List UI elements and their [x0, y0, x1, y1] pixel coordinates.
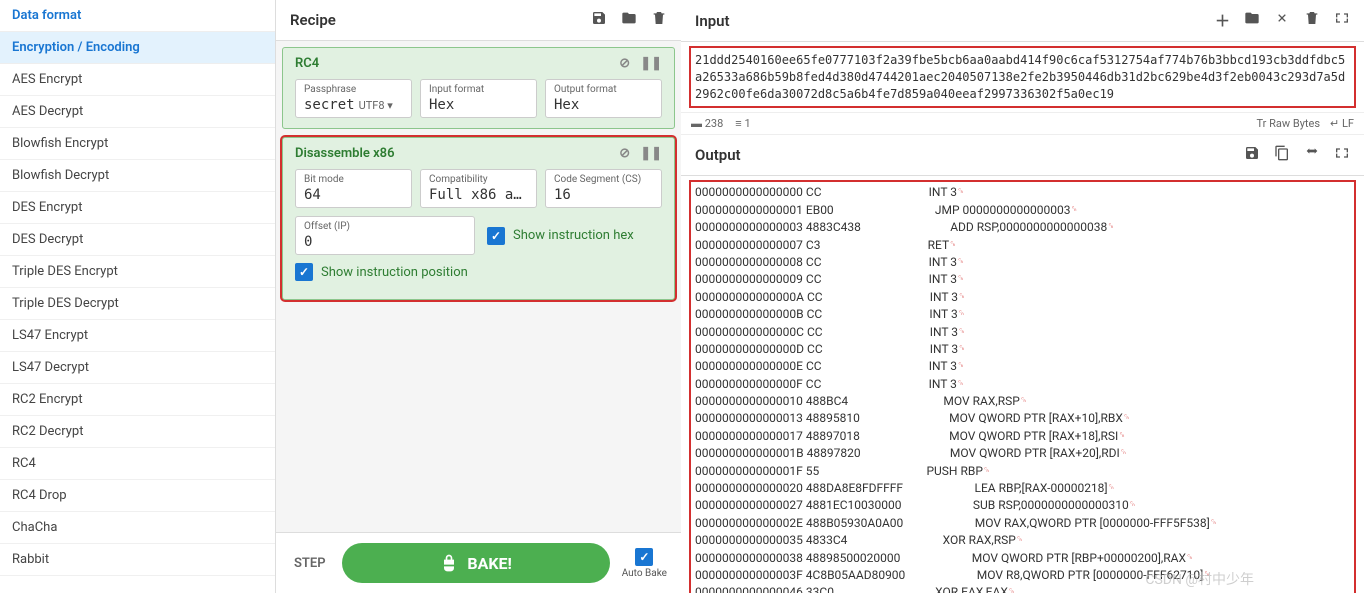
op-ls47-decrypt[interactable]: LS47 Decrypt	[0, 352, 275, 384]
op-des-decrypt[interactable]: DES Decrypt	[0, 224, 275, 256]
arg-code-segment-cs-[interactable]: Code Segment (CS)16	[545, 169, 662, 208]
copy-output-icon[interactable]	[1274, 145, 1290, 165]
disasm-line: 000000000000003F 4C8B05AAD80900 MOV R8,Q…	[695, 567, 1350, 584]
op-rc4[interactable]: RC4	[0, 448, 275, 480]
auto-bake-toggle[interactable]: ✓ Auto Bake	[622, 548, 667, 579]
operations-sidebar: Data formatEncryption / Encoding AES Enc…	[0, 0, 276, 593]
add-tab-icon[interactable]: ＋	[1215, 10, 1230, 31]
disasm-line: 0000000000000003 4883C438 ADD RSP,000000…	[695, 219, 1350, 236]
op-triple-des-encrypt[interactable]: Triple DES Encrypt	[0, 256, 275, 288]
disasm-line: 0000000000000007 C3 RET␍	[695, 237, 1350, 254]
op-ls47-encrypt[interactable]: LS47 Encrypt	[0, 320, 275, 352]
arg-offset-ip-[interactable]: Offset (IP)0	[295, 216, 475, 255]
disasm-line: 0000000000000013 48895810 MOV QWORD PTR …	[695, 410, 1350, 427]
disasm-line: 000000000000000F CC INT 3␍	[695, 376, 1350, 393]
output-text[interactable]: 0000000000000000 CC INT 3␍00000000000000…	[689, 180, 1356, 593]
disasm-line: 000000000000000E CC INT 3␍	[695, 358, 1350, 375]
reset-icon[interactable]	[1334, 10, 1350, 31]
disasm-line: 000000000000000C CC INT 3␍	[695, 324, 1350, 341]
recipe-panel: Recipe RC4⊘❚❚PassphrasesecretUTF8 ▾Input…	[276, 0, 681, 593]
op-blowfish-decrypt[interactable]: Blowfish Decrypt	[0, 160, 275, 192]
replace-input-icon[interactable]	[1304, 145, 1320, 165]
disasm-line: 0000000000000017 48897018 MOV QWORD PTR …	[695, 428, 1350, 445]
disable-op-icon[interactable]: ⊘	[619, 146, 630, 161]
recipe-op-rc4: RC4⊘❚❚PassphrasesecretUTF8 ▾Input format…	[282, 47, 675, 129]
disasm-line: 000000000000001F 55 PUSH RBP␍	[695, 463, 1350, 480]
save-icon[interactable]	[591, 10, 607, 30]
disasm-line: 0000000000000035 4833C4 XOR RAX,RSP␍	[695, 532, 1350, 549]
input-status-bar: ▬ 238 ≡ 1 Tr Raw Bytes ↵ LF	[681, 112, 1364, 135]
arg-compatibility[interactable]: CompatibilityFull x86 architec...	[420, 169, 537, 208]
open-folder-icon[interactable]	[1244, 10, 1260, 31]
output-title: Output	[695, 146, 741, 164]
disasm-line: 000000000000002E 488B05930A0A00 MOV RAX,…	[695, 515, 1350, 532]
op-chacha[interactable]: ChaCha	[0, 512, 275, 544]
disasm-line: 0000000000000008 CC INT 3␍	[695, 254, 1350, 271]
disasm-line: 0000000000000010 488BC4 MOV RAX,RSP␍	[695, 393, 1350, 410]
arg-output-format[interactable]: Output formatHex	[545, 79, 662, 118]
category-encryption-encoding[interactable]: Encryption / Encoding	[0, 32, 275, 64]
clear-input-icon[interactable]	[1304, 10, 1320, 31]
op-blowfish-encrypt[interactable]: Blowfish Encrypt	[0, 128, 275, 160]
maximize-icon[interactable]	[1334, 145, 1350, 165]
input-text[interactable]: 21ddd2540160ee65fe0777103f2a39fbe5bcb6aa…	[689, 46, 1356, 108]
disasm-line: 0000000000000000 CC INT 3␍	[695, 184, 1350, 201]
disasm-line: 0000000000000038 48898500020000 MOV QWOR…	[695, 550, 1350, 567]
op-rc4-drop[interactable]: RC4 Drop	[0, 480, 275, 512]
trash-icon[interactable]	[651, 10, 667, 30]
op-rc2-encrypt[interactable]: RC2 Encrypt	[0, 384, 275, 416]
disasm-line: 000000000000000B CC INT 3␍	[695, 306, 1350, 323]
bake-button[interactable]: BAKE!	[342, 543, 610, 583]
op-aes-encrypt[interactable]: AES Encrypt	[0, 64, 275, 96]
disable-op-icon[interactable]: ⊘	[619, 56, 630, 71]
arg-bit-mode[interactable]: Bit mode64	[295, 169, 412, 208]
disasm-line: 000000000000000A CC INT 3␍	[695, 289, 1350, 306]
check-show-instruction-position[interactable]: ✓Show instruction position	[283, 255, 674, 289]
disasm-line: 0000000000000020 488DA8E8FDFFFF LEA RBP,…	[695, 480, 1350, 497]
disasm-line: 0000000000000027 4881EC10030000 SUB RSP,…	[695, 497, 1350, 514]
disasm-line: 000000000000000D CC INT 3␍	[695, 341, 1350, 358]
recipe-op-disassemble-x86: Disassemble x86⊘❚❚Bit mode64Compatibilit…	[282, 137, 675, 300]
op-des-encrypt[interactable]: DES Encrypt	[0, 192, 275, 224]
step-button[interactable]: STEP	[290, 548, 330, 579]
op-aes-decrypt[interactable]: AES Decrypt	[0, 96, 275, 128]
op-rabbit[interactable]: Rabbit	[0, 544, 275, 576]
op-rc2-decrypt[interactable]: RC2 Decrypt	[0, 416, 275, 448]
pause-op-icon[interactable]: ❚❚	[640, 56, 662, 71]
check-show-instruction-hex[interactable]: ✓Show instruction hex	[483, 216, 662, 255]
recipe-title: Recipe	[290, 11, 336, 29]
disasm-line: 0000000000000009 CC INT 3␍	[695, 271, 1350, 288]
op-triple-des-decrypt[interactable]: Triple DES Decrypt	[0, 288, 275, 320]
pause-op-icon[interactable]: ❚❚	[640, 146, 662, 161]
save-output-icon[interactable]	[1244, 145, 1260, 165]
disasm-line: 0000000000000046 33C0 XOR EAX,EAX␍	[695, 584, 1350, 593]
open-file-icon[interactable]	[1274, 10, 1290, 31]
arg-passphrase[interactable]: PassphrasesecretUTF8 ▾	[295, 79, 412, 118]
folder-icon[interactable]	[621, 10, 637, 30]
disasm-line: 0000000000000001 EB00 JMP 00000000000000…	[695, 202, 1350, 219]
disasm-line: 000000000000001B 48897820 MOV QWORD PTR …	[695, 445, 1350, 462]
input-title: Input	[695, 12, 730, 30]
category-data-format[interactable]: Data format	[0, 0, 275, 32]
arg-input-format[interactable]: Input formatHex	[420, 79, 537, 118]
